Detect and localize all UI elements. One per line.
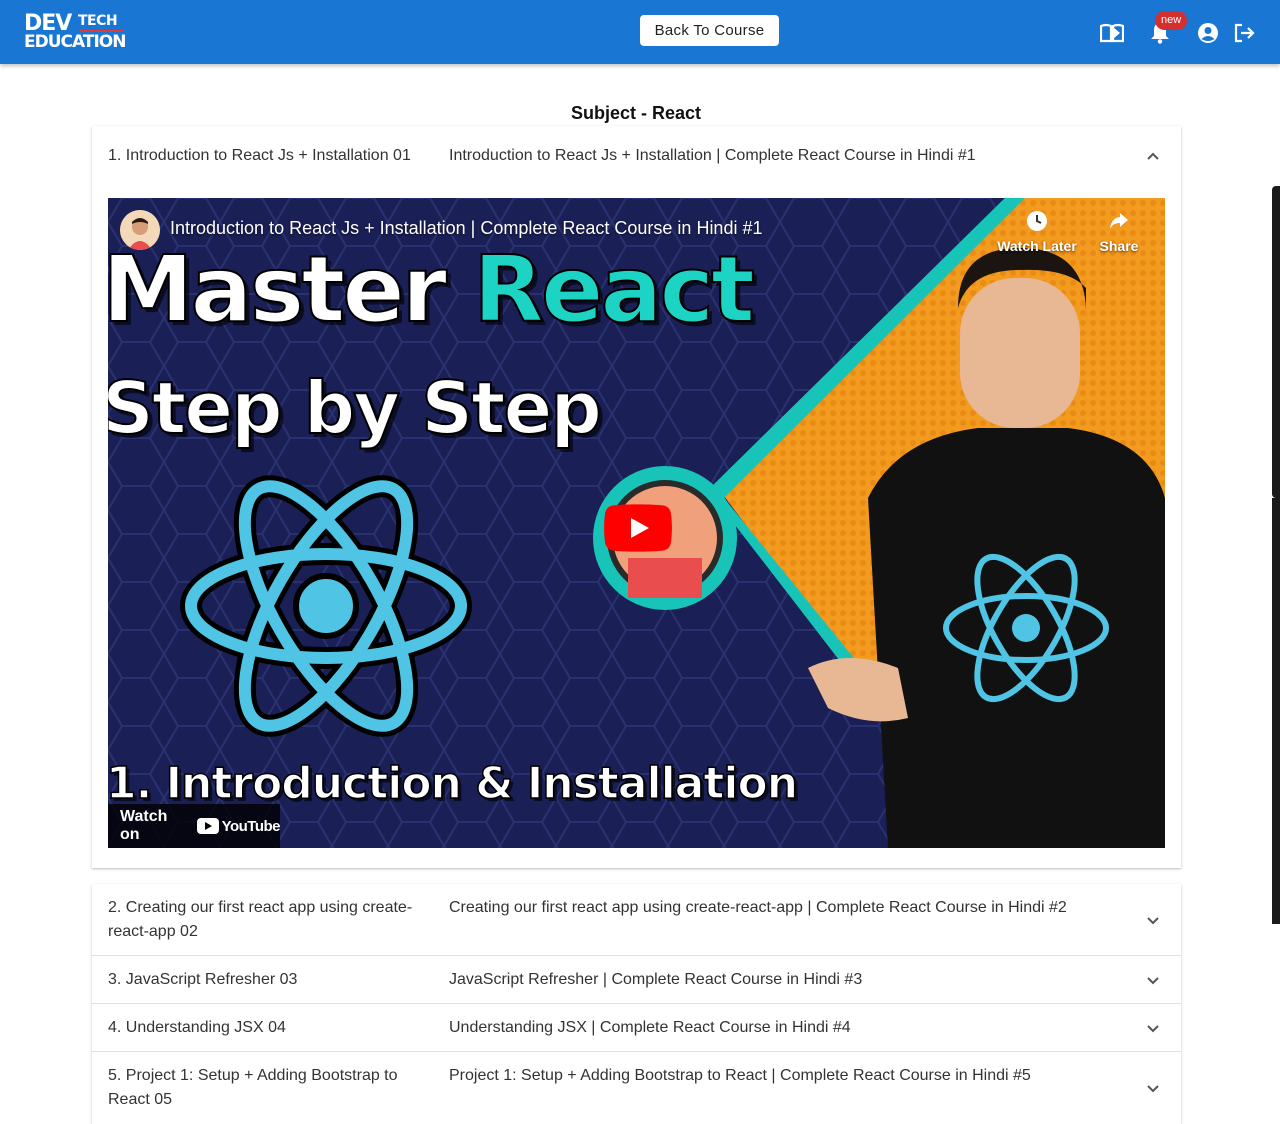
clock-icon [1027,211,1047,231]
headline-master: Master [108,235,474,344]
chevron-down-icon[interactable] [1145,972,1161,988]
youtube-icon [196,818,219,834]
chevron-down-icon[interactable] [1145,912,1161,928]
youtube-video-player[interactable]: Master React Step by Step 1. Introductio… [108,198,1165,848]
chevron-down-icon[interactable] [1145,1080,1161,1096]
lesson-header-5[interactable]: 5. Project 1: Setup + Adding Bootstrap t… [92,1052,1181,1124]
lesson-header-4[interactable]: 4. Understanding JSX 04 Understanding JS… [92,1004,1181,1052]
chevron-up-icon[interactable] [1145,148,1161,164]
lesson-title-label: JavaScript Refresher | Complete React Co… [449,971,863,988]
scrollbar-track [1272,498,1280,924]
lesson-title-label: Understanding JSX | Complete React Cours… [449,1019,851,1036]
lesson-number-label: 2. Creating our first react app using cr… [108,899,413,940]
lesson-header-1[interactable]: 1. Introduction to React Js + Installati… [92,126,1181,186]
channel-avatar[interactable] [120,210,160,250]
lesson-number-label: 5. Project 1: Setup + Adding Bootstrap t… [108,1067,398,1108]
logo-text-tech: TECH [78,13,118,29]
watch-on-youtube-button[interactable]: Watch on YouTube [108,804,281,848]
lesson-number-label: 4. Understanding JSX 04 [108,1019,286,1036]
lesson-number-label: 3. JavaScript Refresher 03 [108,971,298,988]
back-to-course-button[interactable]: Back To Course [640,15,779,46]
lesson-title-label: Introduction to React Js + Installation … [449,147,976,164]
share-label: Share [1099,238,1139,254]
share-icon [1110,213,1128,229]
lesson-number-label: 1. Introduction to React Js + Installati… [108,147,411,164]
thumbnail-subheadline: Step by Step [108,365,603,451]
thumbnail-episode-title: 1. Introduction & Installation [108,757,799,810]
youtube-logo: YouTube [196,817,281,835]
page-scrollbar[interactable] [1272,64,1280,924]
user-circle-icon[interactable] [1195,20,1221,46]
page-title: Subject - React [570,103,702,123]
thumbnail-headline: Master React [108,235,756,344]
share-button[interactable]: Share [1079,210,1159,254]
youtube-wordmark: YouTube [221,817,281,835]
lesson-header-3[interactable]: 3. JavaScript Refresher 03 JavaScript Re… [92,956,1181,1004]
video-title[interactable]: Introduction to React Js + Installation … [170,218,762,239]
lesson-header-2[interactable]: 2. Creating our first react app using cr… [92,884,1181,956]
watch-on-label: Watch on [120,808,168,843]
lesson-title-label: Project 1: Setup + Adding Bootstrap to R… [449,1067,1031,1084]
headline-react: React [472,235,756,344]
app-bar: DEV TECH EDUCATION Back To Course new [0,0,1280,64]
play-icon[interactable] [604,504,672,552]
book-open-icon[interactable] [1099,20,1125,46]
scrollbar-thumb[interactable] [1272,186,1280,498]
watch-later-button[interactable]: Watch Later [997,210,1077,254]
logo-text-education: EDUCATION [24,32,126,52]
lesson-list-collapsed: 2. Creating our first react app using cr… [92,884,1181,1124]
watch-later-label: Watch Later [997,238,1077,254]
chevron-down-icon[interactable] [1145,1020,1161,1036]
notification-badge: new [1155,11,1188,30]
lesson-accordion-1: 1. Introduction to React Js + Installati… [92,126,1181,868]
lesson-title-label: Creating our first react app using creat… [449,899,1067,916]
brand-logo[interactable]: DEV TECH EDUCATION [24,13,128,52]
logout-icon[interactable] [1231,20,1257,46]
